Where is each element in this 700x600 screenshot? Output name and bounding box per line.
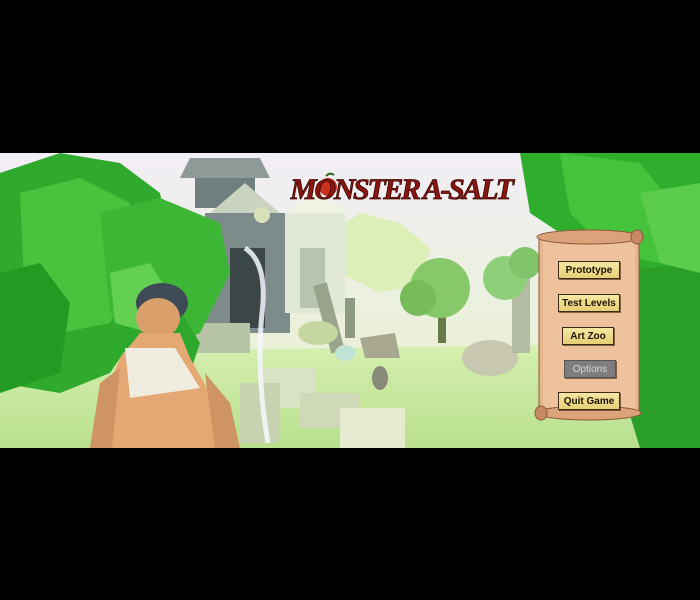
quit-game-button[interactable]: Quit Game xyxy=(558,392,620,410)
game-title-logo: MONSTER A-SALT xyxy=(290,173,516,207)
test-levels-button[interactable]: Test Levels xyxy=(558,294,620,312)
prototype-button[interactable]: Prototype xyxy=(558,261,620,279)
game-title-text: MONSTER A-SALT xyxy=(290,173,516,206)
options-button[interactable]: Options xyxy=(564,360,616,378)
art-zoo-button[interactable]: Art Zoo xyxy=(562,327,614,345)
